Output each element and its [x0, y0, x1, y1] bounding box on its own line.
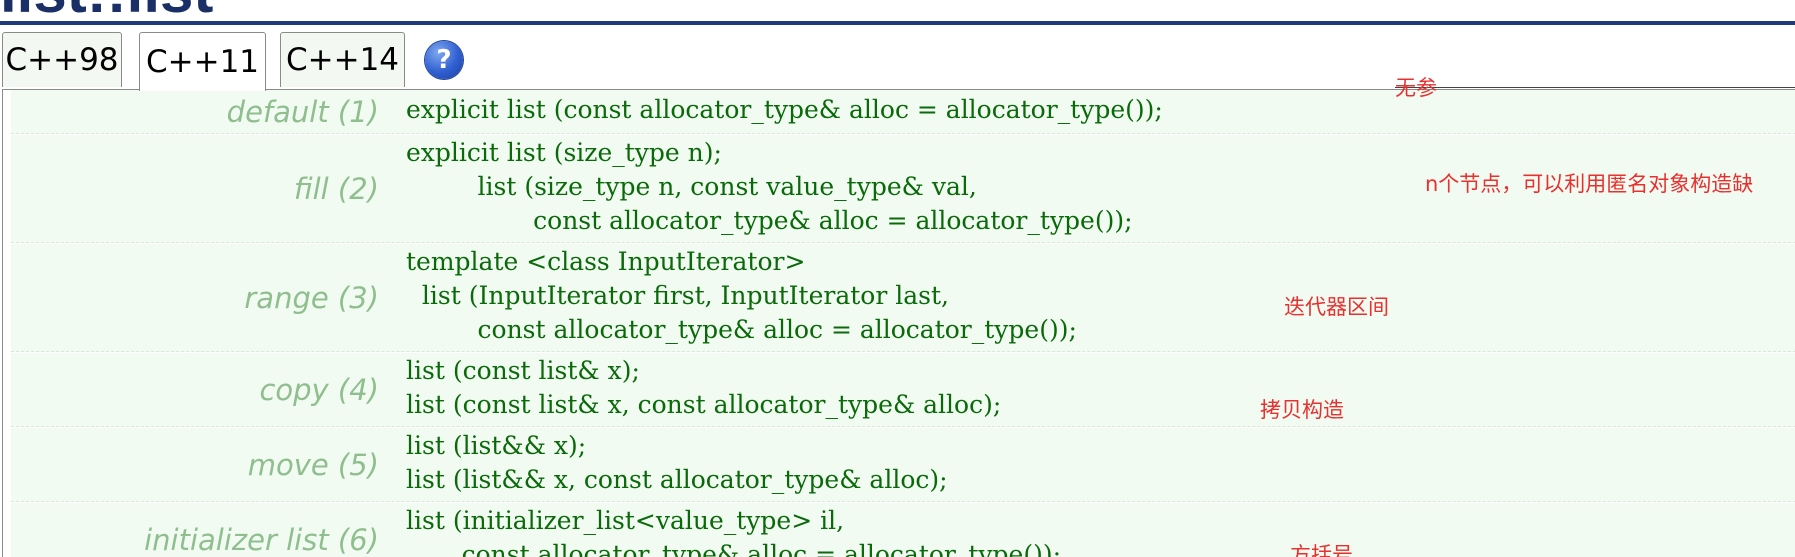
- code-line: explicit list (size_type n);: [406, 138, 722, 167]
- page-title: list::list: [0, 0, 213, 22]
- row-label: fill (2): [293, 172, 379, 206]
- title-strip: list::list: [0, 0, 1795, 22]
- table-row: range (3) template <class InputIterator>…: [11, 244, 1795, 352]
- tab-cpp11[interactable]: C++11: [139, 32, 266, 91]
- table-row: initializer list (6) list (initializer_l…: [11, 503, 1795, 557]
- row-label: copy (4): [259, 373, 379, 407]
- code-line: list (list&& x, const allocator_type& al…: [406, 465, 948, 494]
- annotation-note: 迭代器区间: [1284, 295, 1389, 319]
- annotation-note: 无参: [1395, 76, 1437, 100]
- table-row: copy (4) list (const list& x); list (con…: [11, 353, 1795, 427]
- code-line: list (const list& x);: [406, 356, 640, 385]
- row-label: move (5): [247, 448, 379, 482]
- code-line: list (initializer_list<value_type> il,: [406, 506, 845, 535]
- code-line: const allocator_type& alloc = allocator_…: [406, 206, 1133, 235]
- row-label: initializer list (6): [144, 523, 379, 557]
- annotation-note: 拷贝构造: [1260, 398, 1344, 422]
- annotation-note: n个节点，可以利用匿名对象构造缺: [1425, 172, 1754, 196]
- row-label: default (1): [226, 95, 379, 129]
- code-line: list (size_type n, const value_type& val…: [406, 172, 977, 201]
- code-line: template <class InputIterator>: [406, 247, 806, 276]
- code-line: list (const list& x, const allocator_typ…: [406, 390, 1002, 419]
- help-icon[interactable]: ?: [425, 41, 463, 79]
- table-row: move (5) list (list&& x); list (list&& x…: [11, 428, 1795, 502]
- code-line: list (InputIterator first, InputIterator…: [406, 281, 949, 310]
- row-label: range (3): [244, 281, 379, 315]
- title-rule: [0, 21, 1795, 25]
- annotation-note: 方括号: [1290, 543, 1353, 557]
- code-line: list (list&& x);: [406, 431, 587, 460]
- table-row: default (1) explicit list (const allocat…: [11, 90, 1795, 134]
- annotation-underline: [1395, 87, 1795, 88]
- code-line: explicit list (const allocator_type& all…: [406, 95, 1163, 124]
- tab-cpp14[interactable]: C++14: [280, 32, 405, 87]
- code-line: const allocator_type& alloc = allocator_…: [406, 315, 1077, 344]
- constructor-table: default (1) explicit list (const allocat…: [2, 89, 1795, 557]
- tab-cpp98[interactable]: C++98: [2, 32, 122, 87]
- code-line: const allocator_type& alloc = allocator_…: [406, 540, 1062, 557]
